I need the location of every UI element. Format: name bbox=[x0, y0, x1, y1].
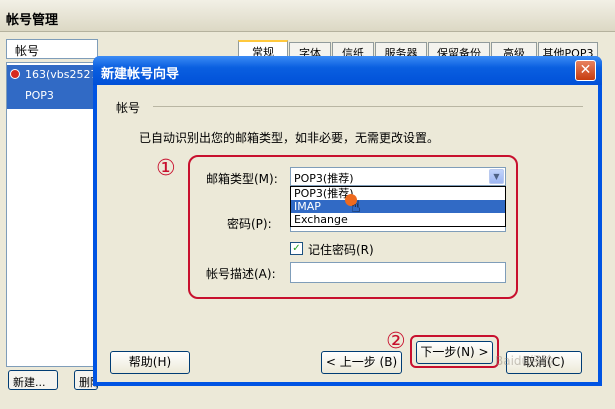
close-icon[interactable]: ✕ bbox=[575, 60, 596, 81]
chevron-down-icon[interactable]: ▼ bbox=[489, 169, 504, 184]
account-description-label: 帐号描述(A): bbox=[206, 267, 276, 281]
mailbox-type-value: POP3(推荐) bbox=[294, 172, 354, 185]
dropdown-option-imap[interactable]: IMAP bbox=[291, 200, 505, 213]
new-account-wizard-dialog: 新建帐号向导 ✕ 帐号 已自动识别出您的邮箱类型，如非必要，无需更改设置。 ① … bbox=[93, 56, 602, 386]
background-window-title: 帐号管理 bbox=[6, 13, 59, 28]
new-account-button[interactable]: 新建... bbox=[8, 370, 58, 390]
mailbox-type-select[interactable]: POP3(推荐) ▼ bbox=[290, 167, 506, 186]
previous-button[interactable]: < 上一步 (B) bbox=[321, 351, 402, 374]
account-list-header: 帐号 bbox=[6, 39, 98, 59]
hand-pointer-icon: ☝ bbox=[351, 197, 361, 216]
dialog-content: 帐号 已自动识别出您的邮箱类型，如非必要，无需更改设置。 ① 邮箱类型(M): … bbox=[97, 85, 598, 382]
remember-password-checkbox[interactable]: ✓ bbox=[290, 242, 303, 255]
account-type: POP3 bbox=[25, 89, 54, 102]
dialog-title: 新建帐号向导 bbox=[101, 67, 180, 82]
background-window-titlebar: 帐号管理 bbox=[0, 0, 615, 32]
next-button[interactable]: 下一步(N) > bbox=[416, 341, 493, 364]
account-section-label: 帐号 bbox=[116, 101, 141, 115]
watermark: Baidu经验 bbox=[495, 354, 554, 368]
section-divider bbox=[153, 106, 583, 107]
account-icon bbox=[10, 69, 20, 79]
annotation-marker-1: ① bbox=[156, 156, 176, 181]
dialog-titlebar: 新建帐号向导 ✕ bbox=[93, 56, 602, 85]
mailbox-type-label: 邮箱类型(M): bbox=[206, 172, 278, 186]
password-label: 密码(P): bbox=[227, 217, 272, 231]
dropdown-option-exchange[interactable]: Exchange bbox=[291, 213, 505, 226]
dropdown-option-pop3[interactable]: POP3(推荐) bbox=[291, 187, 505, 200]
mailbox-type-dropdown[interactable]: POP3(推荐) IMAP Exchange bbox=[290, 186, 506, 227]
password-input[interactable] bbox=[290, 227, 506, 232]
auto-detect-info-text: 已自动识别出您的邮箱类型，如非必要，无需更改设置。 bbox=[139, 131, 440, 145]
account-list-item[interactable]: 163(vbs2527 POP3 bbox=[7, 65, 98, 109]
help-button[interactable]: 帮助(H) bbox=[110, 351, 190, 374]
account-name: 163(vbs2527 bbox=[25, 68, 98, 81]
annotation-marker-2: ② bbox=[386, 329, 406, 354]
account-description-input[interactable] bbox=[290, 262, 506, 283]
remember-password-label[interactable]: 记住密码(R) bbox=[308, 241, 374, 258]
account-list[interactable]: 163(vbs2527 POP3 bbox=[6, 62, 98, 367]
check-icon: ✓ bbox=[292, 243, 301, 254]
